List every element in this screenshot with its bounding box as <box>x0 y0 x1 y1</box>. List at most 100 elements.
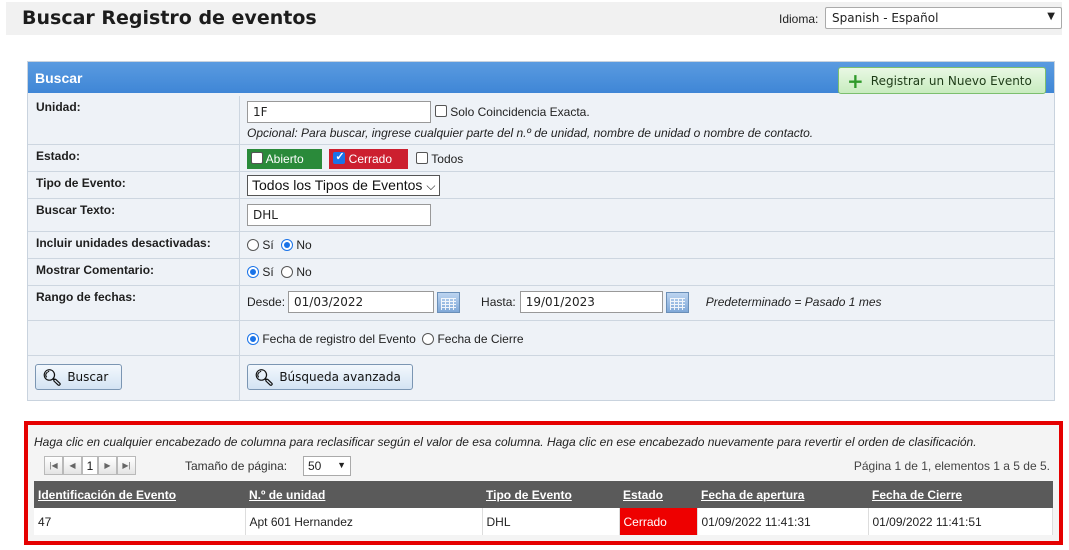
status-closed-option[interactable]: Cerrado <box>329 149 409 169</box>
new-event-button[interactable]: + Registrar un Nuevo Evento <box>838 67 1046 94</box>
search-text-row: Buscar Texto: <box>28 198 1054 231</box>
event-type-select-value: Todos los Tipos de Eventos <box>252 177 423 193</box>
date-type-row: Fecha de registro del Evento Fecha de Ci… <box>28 320 1054 355</box>
chevron-down-icon: ▼ <box>337 460 346 470</box>
include-inactive-yes-radio[interactable] <box>247 239 259 251</box>
search-icon: 🔍︎ <box>42 367 63 387</box>
plus-icon: + <box>847 68 864 93</box>
cell-close-date: 01/09/2022 11:41:51 <box>868 508 1053 535</box>
unit-input[interactable] <box>247 101 431 123</box>
search-icon: 🔍︎ <box>254 367 275 387</box>
column-divider <box>239 172 240 198</box>
new-event-button-label: Registrar un Nuevo Evento <box>870 73 1032 88</box>
search-panel-title: Buscar <box>35 70 83 86</box>
results-hint: Haga clic en cualquier encabezado de col… <box>34 435 977 449</box>
show-comment-controls: Sí No <box>247 265 312 279</box>
include-inactive-controls: Sí No <box>247 238 312 252</box>
search-text-controls <box>247 204 431 226</box>
date-from-label: Desde: <box>247 295 286 309</box>
next-page-icon[interactable]: ▶ <box>98 456 117 475</box>
status-open-option[interactable]: Abierto <box>247 149 322 169</box>
date-type-registration-label: Fecha de registro del Evento <box>262 332 416 346</box>
search-panel: Buscar + Registrar un Nuevo Evento Unida… <box>27 61 1055 401</box>
date-range-label: Rango de fechas: <box>36 290 137 304</box>
calendar-icon[interactable] <box>437 291 461 313</box>
include-inactive-no-radio[interactable] <box>281 239 294 251</box>
cell-event-type: DHL <box>482 508 620 535</box>
calendar-icon[interactable] <box>665 291 689 313</box>
current-page[interactable]: 1 <box>82 456 98 475</box>
include-inactive-yes-label: Sí <box>262 238 274 252</box>
actions-row <box>28 355 1054 401</box>
status-open-label: Abierto <box>265 152 304 166</box>
unit-row: Unidad: Solo Coincidencia Exacta. Opcion… <box>28 96 1054 144</box>
events-table: Identificación de Evento N.º de unidad T… <box>34 481 1053 535</box>
date-type-controls: Fecha de registro del Evento Fecha de Ci… <box>247 332 524 346</box>
table-row[interactable]: 47 Apt 601 Hernandez DHL Cerrado 01/09/2… <box>34 508 1053 535</box>
date-range-controls: Desde: Hasta: Predeterminado = Pasado 1 … <box>247 291 882 313</box>
exact-match-checkbox[interactable] <box>434 105 447 117</box>
column-header-unit[interactable]: N.º de unidad <box>245 481 482 508</box>
show-comment-no-radio[interactable] <box>281 266 294 278</box>
date-default-hint: Predeterminado = Pasado 1 mes <box>705 295 882 309</box>
page-size-label: Tamaño de página: <box>185 459 288 473</box>
status-label: Estado: <box>36 149 81 163</box>
event-type-select[interactable]: Todos los Tipos de Eventos ⌵ <box>247 175 441 196</box>
date-to-input[interactable] <box>519 291 663 313</box>
table-header-row: Identificación de Evento N.º de unidad T… <box>34 481 1053 508</box>
column-divider <box>239 286 240 320</box>
unit-label: Unidad: <box>36 100 81 114</box>
column-header-open-date[interactable]: Fecha de apertura <box>697 481 868 508</box>
column-divider <box>239 321 240 355</box>
event-type-row: Tipo de Evento: Todos los Tipos de Event… <box>28 171 1054 198</box>
show-comment-yes-label: Sí <box>262 265 274 279</box>
status-controls: Abierto Cerrado Todos <box>247 149 463 169</box>
previous-page-icon[interactable]: ◀ <box>63 456 82 475</box>
search-text-label: Buscar Texto: <box>36 203 116 217</box>
column-header-event-type[interactable]: Tipo de Evento <box>482 481 619 508</box>
status-all-label: Todos <box>431 152 464 166</box>
status-row: Estado: Abierto Cerrado Todos <box>28 144 1054 171</box>
page-title: Buscar Registro de eventos <box>22 7 317 29</box>
column-header-close-date[interactable]: Fecha de Cierre <box>868 481 1053 508</box>
column-divider <box>239 199 240 231</box>
column-header-status[interactable]: Estado <box>619 481 697 508</box>
column-divider <box>239 96 240 144</box>
page-size-select[interactable]: 50 ▼ <box>303 456 351 476</box>
column-divider <box>239 356 240 401</box>
unit-hint: Opcional: Para buscar, ingrese cualquier… <box>247 126 814 140</box>
show-comment-row: Mostrar Comentario: Sí No <box>28 258 1054 285</box>
column-divider <box>239 259 240 285</box>
column-divider <box>239 145 240 171</box>
include-inactive-no-label: No <box>296 238 312 252</box>
language-label: Idioma: <box>779 12 819 26</box>
search-text-input[interactable] <box>247 204 431 226</box>
chevron-down-icon: ⌵ <box>426 179 436 193</box>
show-comment-yes-radio[interactable] <box>247 266 259 278</box>
cell-open-date: 01/09/2022 11:41:31 <box>697 508 869 535</box>
status-closed-checkbox[interactable] <box>333 150 346 164</box>
language-select-value: Spanish - Español <box>832 11 939 25</box>
advanced-search-button[interactable]: 🔍︎ Búsqueda avanzada <box>247 364 413 390</box>
column-divider <box>239 232 240 258</box>
date-type-registration-radio[interactable] <box>247 333 259 345</box>
status-open-checkbox[interactable] <box>251 152 263 164</box>
include-inactive-row: Incluir unidades desactivadas: Sí No <box>28 231 1054 258</box>
pager: |◀ ◀ 1 ▶ ▶| <box>44 456 136 475</box>
language-select[interactable]: Spanish - Español ▼ <box>825 7 1062 29</box>
unit-controls: Solo Coincidencia Exacta. Opcional: Para… <box>247 101 813 140</box>
date-from-input[interactable] <box>288 291 435 313</box>
status-all-checkbox[interactable] <box>415 152 428 164</box>
advanced-search-button-label: Búsqueda avanzada <box>279 370 401 384</box>
include-inactive-label: Incluir unidades desactivadas: <box>36 236 211 250</box>
cell-unit: Apt 601 Hernandez <box>245 508 483 535</box>
search-button[interactable]: 🔍︎ Buscar <box>35 364 122 390</box>
exact-match-label: Solo Coincidencia Exacta. <box>450 105 590 119</box>
date-range-row: Rango de fechas: Desde: Hasta: Predeterm… <box>28 285 1054 320</box>
date-type-close-radio[interactable] <box>422 333 435 345</box>
last-page-icon[interactable]: ▶| <box>117 456 136 475</box>
top-bar: Buscar Registro de eventos Idioma: Spani… <box>6 2 1062 35</box>
event-type-controls: Todos los Tipos de Eventos ⌵ <box>247 175 441 196</box>
column-header-event-id[interactable]: Identificación de Evento <box>34 481 245 508</box>
first-page-icon[interactable]: |◀ <box>44 456 63 475</box>
